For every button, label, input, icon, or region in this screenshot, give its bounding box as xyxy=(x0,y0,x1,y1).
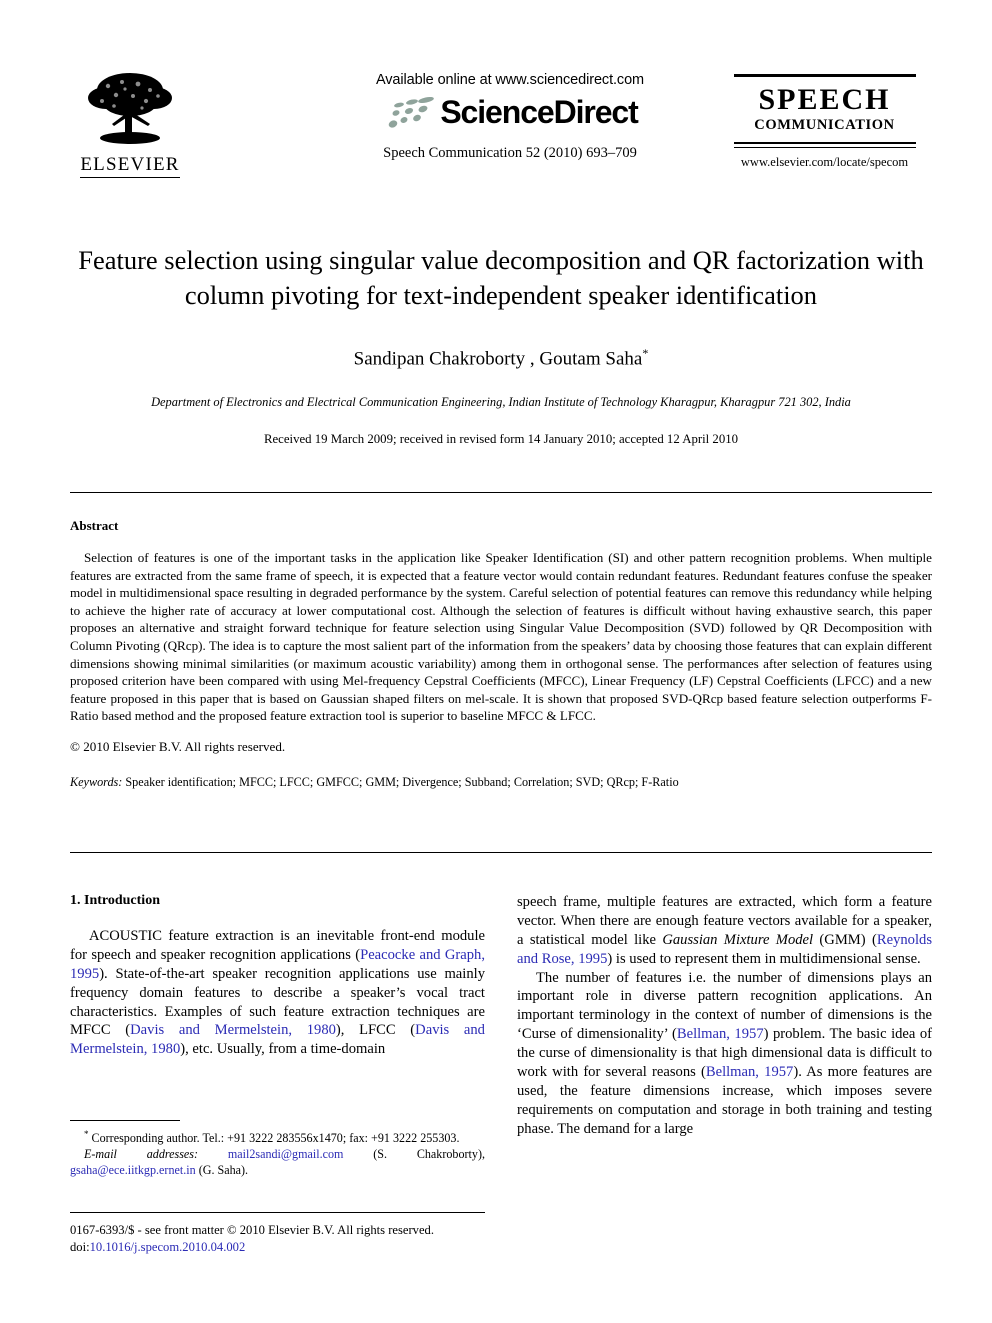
sciencedirect-block: Available online at www.sciencedirect.co… xyxy=(270,72,750,162)
divider-top xyxy=(733,74,916,77)
article-history: Received 19 March 2009; received in revi… xyxy=(263,431,739,446)
footnote-emails: E-mail addresses: mail2sandi@gmail.com (… xyxy=(70,1146,485,1178)
footnote-corresponding-author: * Corresponding author. Tel.: +91 3222 2… xyxy=(70,1129,485,1146)
email-link-chakroborty[interactable]: mail2sandi@gmail.com xyxy=(228,1147,344,1161)
citation-link-bellman-2[interactable]: Bellman, 1957 xyxy=(706,1064,793,1080)
text-run: ), LFCC ( xyxy=(335,1022,416,1039)
citation-link-davis-1[interactable]: Davis and Mermelstein, 1980 xyxy=(130,1022,336,1038)
journal-subtitle: COMMUNICATION xyxy=(754,117,895,133)
email-owner-1: (S. Chakroborty), xyxy=(373,1147,485,1162)
sciencedirect-logo: ScienceDirect xyxy=(270,94,750,131)
section-heading-introduction: 1. Introduction xyxy=(70,893,160,908)
footer-divider xyxy=(70,1212,485,1213)
text-run: ) is used to represent them in multidime… xyxy=(607,950,921,967)
paragraph-right-2: The number of features i.e. the number o… xyxy=(517,969,932,1139)
doi-link[interactable]: 10.1016/j.specom.2010.04.002 xyxy=(90,1240,246,1254)
body-column-left: 1. Introduction ACOUSTIC feature extract… xyxy=(70,893,485,1059)
sciencedirect-wordmark: ScienceDirect xyxy=(440,94,638,130)
doi-line: doi:10.1016/j.specom.2010.04.002 xyxy=(70,1239,500,1256)
abstract-section: Abstract Selection of features is one of… xyxy=(70,518,932,790)
sciencedirect-dots-icon xyxy=(389,96,435,128)
available-online-text: Available online at www.sciencedirect.co… xyxy=(375,72,645,88)
affiliation: Department of Electronics and Electrical… xyxy=(151,394,851,409)
paragraph-intro-left: ACOUSTIC feature extraction is an inevit… xyxy=(70,927,485,1059)
page-footer: 0167-6393/$ - see front matter © 2010 El… xyxy=(70,1212,500,1256)
footnote-text: Corresponding author. Tel.: +91 3222 283… xyxy=(91,1131,460,1146)
footnote-marker: * xyxy=(84,1129,89,1139)
corresponding-author-marker: * xyxy=(642,346,649,361)
author-names: Sandipan Chakroborty , Goutam Saha xyxy=(353,348,643,370)
journal-reference: Speech Communication 52 (2010) 693–709 xyxy=(383,145,637,161)
divider-below-abstract xyxy=(70,852,932,853)
footnote-block: * Corresponding author. Tel.: +91 3222 2… xyxy=(70,1120,485,1178)
divider-bottom xyxy=(733,142,916,148)
abstract-body-run: Selection of features is one of the impo… xyxy=(70,550,932,724)
page-title: Feature selection using singular value d… xyxy=(78,245,924,311)
journal-url: www.elsevier.com/locate/specom xyxy=(740,155,909,169)
text-run: (GMM) ( xyxy=(813,931,877,948)
journal-logo-block: SPEECH COMMUNICATION www.elsevier.com/lo… xyxy=(717,74,932,170)
email-owner-2: (G. Saha). xyxy=(198,1163,249,1178)
elsevier-tree-icon xyxy=(88,73,172,144)
issn-copyright-line: 0167-6393/$ - see front matter © 2010 El… xyxy=(70,1223,434,1237)
divider-above-abstract xyxy=(70,492,932,493)
paragraph-right-1: speech frame, multiple features are extr… xyxy=(517,893,932,969)
doi-label: doi: xyxy=(70,1239,90,1254)
paper-first-page: ELSEVIER Available online at www.science… xyxy=(0,0,992,1323)
elsevier-wordmark: ELSEVIER xyxy=(80,154,180,178)
journal-title: SPEECH xyxy=(758,83,891,116)
author-list: Sandipan Chakroborty , Goutam Saha* xyxy=(70,346,932,370)
keywords-line: Keywords: Speaker identification; MFCC; … xyxy=(70,775,932,790)
keywords-label: Keywords: xyxy=(70,774,123,789)
text-run: ), etc. Usually, from a time-domain xyxy=(180,1041,386,1058)
abstract-text: Selection of features is one of the impo… xyxy=(70,549,932,725)
abstract-copyright: © 2010 Elsevier B.V. All rights reserved… xyxy=(70,739,286,755)
title-block: Feature selection using singular value d… xyxy=(70,243,932,447)
footnote-divider xyxy=(70,1120,180,1121)
email-link-saha[interactable]: gsaha@ece.iitkgp.ernet.in xyxy=(70,1163,196,1177)
elsevier-logo: ELSEVIER xyxy=(70,68,190,178)
masthead: ELSEVIER Available online at www.science… xyxy=(70,60,932,210)
body-column-right: speech frame, multiple features are extr… xyxy=(517,893,932,1139)
email-addresses-label: E-mail addresses: xyxy=(84,1147,199,1162)
keywords-text: Speaker identification; MFCC; LFCC; GMFC… xyxy=(125,774,679,789)
term-gaussian-mixture-model: Gaussian Mixture Model xyxy=(662,931,814,948)
abstract-heading: Abstract xyxy=(70,518,119,533)
citation-link-bellman-1[interactable]: Bellman, 1957 xyxy=(677,1026,764,1042)
